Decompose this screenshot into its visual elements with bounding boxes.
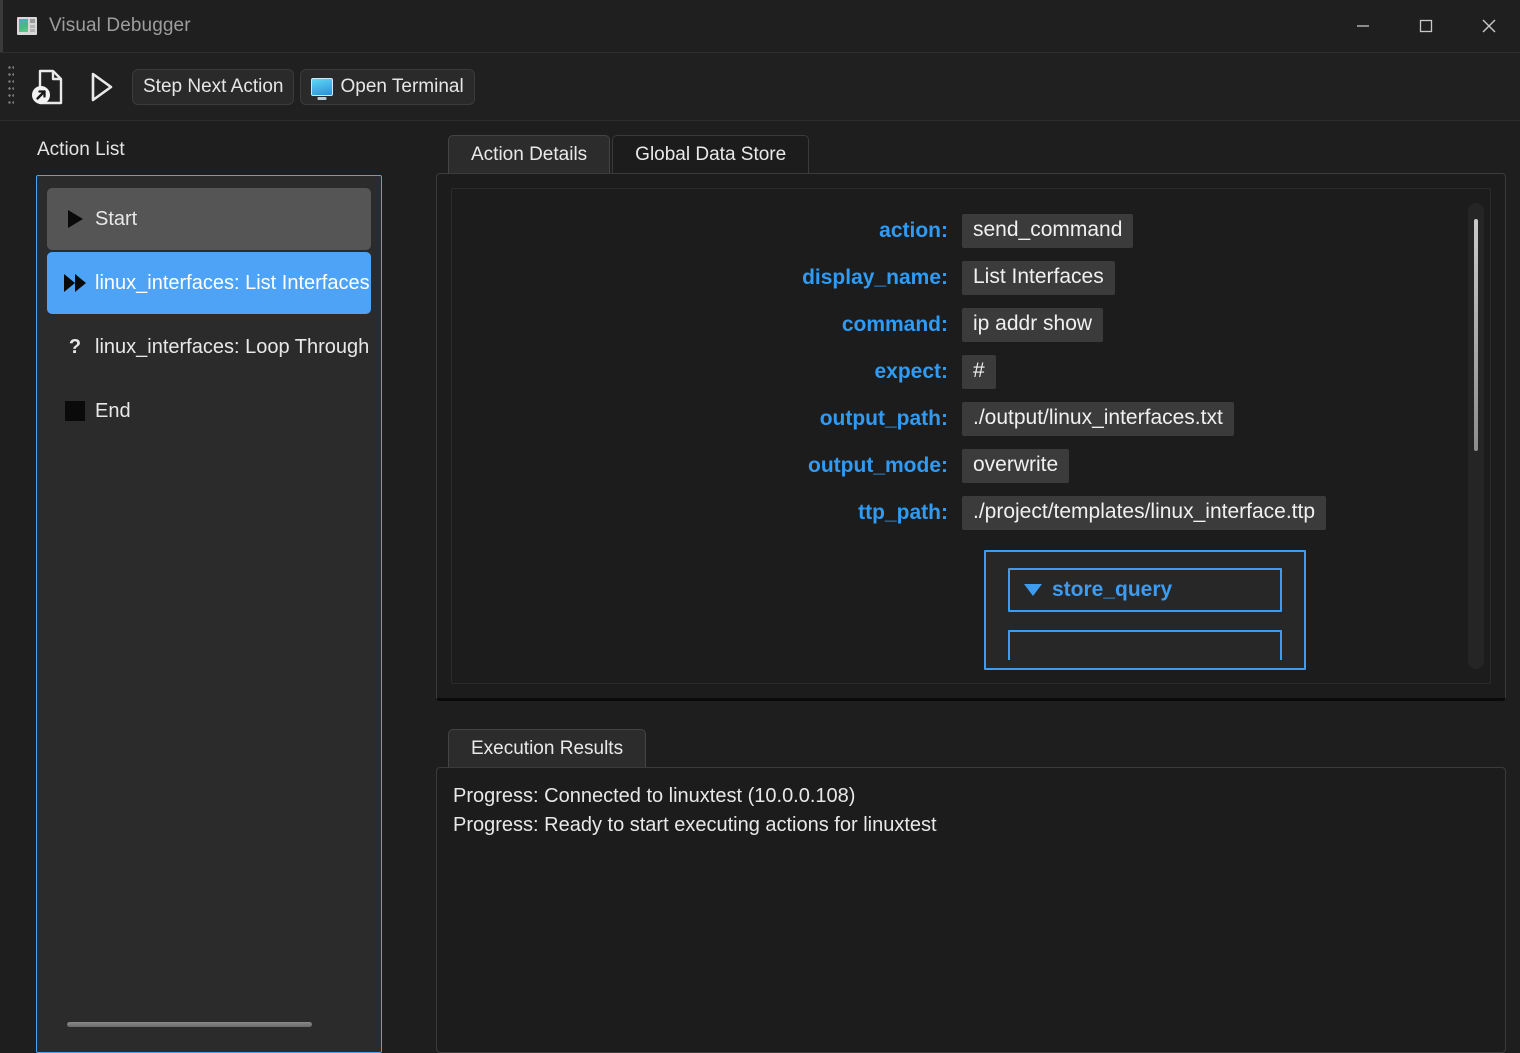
action-list-item-loop-through-interfaces[interactable]: ? linux_interfaces: Loop Through Int: [47, 316, 371, 378]
caret-down-icon: [1024, 584, 1042, 596]
body-area: Action List Start linux_interfaces: List…: [0, 121, 1520, 1053]
field-row-expect: expect: #: [452, 348, 1468, 395]
action-item-label: linux_interfaces: List Interfaces: [95, 271, 370, 294]
maximize-button[interactable]: [1394, 0, 1457, 53]
tab-label: Global Data Store: [635, 143, 787, 165]
tab-global-data-store[interactable]: Global Data Store: [612, 135, 810, 173]
close-button[interactable]: [1457, 0, 1520, 53]
title-bar: Visual Debugger: [0, 0, 1520, 53]
field-value-output-path: ./output/linux_interfaces.txt: [962, 401, 1234, 436]
field-row-ttp-path: ttp_path: ./project/templates/linux_inte…: [452, 489, 1468, 536]
file-open-icon: [32, 69, 63, 104]
action-list[interactable]: Start linux_interfaces: List Interfaces …: [36, 175, 382, 1053]
field-row-output-mode: output_mode: overwrite: [452, 442, 1468, 489]
action-list-horizontal-scrollbar[interactable]: [67, 1022, 312, 1027]
play-triangle-icon: [55, 210, 95, 228]
window-controls: [1331, 0, 1520, 53]
details-pane: Action Details Global Data Store action:…: [410, 121, 1520, 1053]
open-terminal-label: Open Terminal: [340, 75, 464, 97]
stop-square-icon: [55, 401, 95, 421]
main-toolbar: Step Next Action Open Terminal: [0, 53, 1520, 121]
step-next-action-button[interactable]: Step Next Action: [132, 68, 295, 105]
field-label: display_name:: [802, 265, 948, 289]
action-details-frame: action: send_command display_name: List …: [436, 173, 1506, 701]
tab-label: Action Details: [471, 143, 588, 165]
field-value-ttp-path: ./project/templates/linux_interface.ttp: [962, 495, 1327, 530]
open-terminal-button[interactable]: Open Terminal: [300, 68, 475, 105]
action-item-label: Start: [95, 207, 138, 230]
field-row-command: command: ip addr show: [452, 301, 1468, 348]
close-icon: [1482, 19, 1495, 33]
results-tabstrip: Execution Results: [436, 729, 1506, 767]
store-query-group: store_query: [984, 550, 1306, 670]
details-tabstrip: Action Details Global Data Store: [436, 133, 1506, 173]
tab-action-details[interactable]: Action Details: [448, 135, 611, 173]
field-value-expect: #: [962, 354, 996, 389]
action-list-item-list-interfaces[interactable]: linux_interfaces: List Interfaces: [47, 252, 371, 314]
field-label: expect:: [874, 359, 948, 383]
field-row-action: action: send_command: [452, 207, 1468, 254]
store-query-child-group[interactable]: [1008, 630, 1282, 660]
execution-results-log[interactable]: Progress: Connected to linuxtest (10.0.0…: [436, 767, 1506, 1053]
window-chart-icon: [17, 17, 37, 35]
field-value-action: send_command: [962, 213, 1134, 248]
minimize-icon: [1356, 25, 1369, 27]
field-value-output-mode: overwrite: [962, 448, 1070, 483]
action-list-pane: Action List Start linux_interfaces: List…: [0, 121, 410, 1053]
field-label: output_path:: [819, 406, 948, 430]
step-next-action-label: Step Next Action: [143, 75, 284, 97]
field-list: action: send_command display_name: List …: [452, 189, 1468, 683]
action-list-item-end[interactable]: End: [47, 380, 371, 442]
toolbar-drag-grip[interactable]: [4, 63, 18, 111]
visual-debugger-window: Visual Debugger Step Next Action Open Te…: [0, 0, 1520, 1053]
field-row-display-name: display_name: List Interfaces: [452, 254, 1468, 301]
fast-forward-icon: [55, 274, 95, 292]
tab-label: Execution Results: [471, 737, 624, 759]
maximize-icon: [1419, 19, 1432, 33]
minimize-button[interactable]: [1331, 0, 1394, 53]
action-details-scroll-area: action: send_command display_name: List …: [451, 188, 1491, 684]
action-list-item-start[interactable]: Start: [47, 188, 371, 250]
field-value-command: ip addr show: [962, 307, 1104, 342]
load-file-button[interactable]: [22, 60, 74, 114]
log-line: Progress: Ready to start executing actio…: [453, 814, 937, 836]
monitor-icon: [311, 77, 334, 96]
field-label: action:: [879, 218, 948, 242]
field-value-display-name: List Interfaces: [962, 260, 1115, 295]
action-list-caption: Action List: [37, 139, 125, 160]
field-label: command:: [841, 312, 948, 336]
details-scrollbar-thumb[interactable]: [1474, 219, 1478, 451]
store-query-label: store_query: [1052, 578, 1173, 601]
execution-results-block: Execution Results Progress: Connected to…: [436, 729, 1506, 1053]
store-query-expander[interactable]: store_query: [1008, 568, 1282, 612]
field-label: output_mode:: [808, 453, 948, 477]
field-label: ttp_path:: [858, 500, 948, 524]
play-icon: [91, 72, 113, 101]
log-line: Progress: Connected to linuxtest (10.0.0…: [453, 785, 856, 807]
window-title: Visual Debugger: [49, 15, 191, 36]
details-vertical-scrollbar[interactable]: [1468, 203, 1484, 669]
run-button[interactable]: [74, 60, 126, 114]
action-item-label: End: [95, 399, 131, 422]
question-mark-icon: ?: [68, 335, 82, 358]
action-item-label: linux_interfaces: Loop Through Int: [95, 335, 371, 358]
tab-execution-results[interactable]: Execution Results: [448, 729, 647, 767]
field-row-output-path: output_path: ./output/linux_interfaces.t…: [452, 395, 1468, 442]
